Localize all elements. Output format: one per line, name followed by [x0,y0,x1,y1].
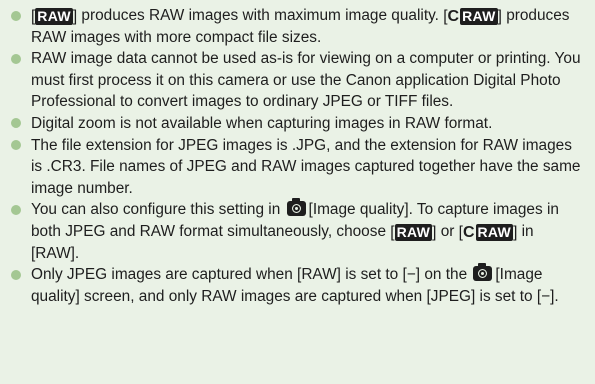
notes-list: [RAW] produces RAW images with maximum i… [10,5,585,307]
bullet-icon [11,204,21,215]
bullet-icon [11,140,21,151]
notes-panel: [RAW] produces RAW images with maximum i… [0,0,595,384]
note-text: produces RAW images with maximum image q… [81,7,439,24]
bullet-icon [11,118,21,129]
note-configure-setting: You can also configure this setting in [… [10,198,585,264]
note-text: Only JPEG images are captured when [RAW]… [31,266,468,284]
compact-raw-icon: [C RAW] [458,223,518,241]
note-text: RAW image data cannot be used as-is for … [31,50,581,111]
compact-raw-icon: [C RAW] [443,8,502,25]
bullet-icon [11,10,21,21]
note-digital-zoom: Digital zoom is not available when captu… [10,113,585,135]
note-raw-quality: [RAW] produces RAW images with maximum i… [10,5,585,48]
note-jpeg-only: Only JPEG images are captured when [RAW]… [10,263,585,307]
note-raw-processing: RAW image data cannot be used as-is for … [10,48,585,113]
raw-icon: [RAW] [31,8,78,25]
note-text: or [440,222,455,240]
camera-icon [286,198,306,217]
bullet-icon [11,269,21,280]
raw-icon: [RAW] [390,223,437,241]
note-text: Digital zoom is not available when captu… [31,114,493,132]
bullet-icon [11,53,21,64]
note-text: The file extension for JPEG images is .J… [31,136,581,197]
note-text: You can also configure this setting in [31,201,281,219]
note-file-extension: The file extension for JPEG images is .J… [10,135,585,200]
camera-icon [473,263,493,282]
